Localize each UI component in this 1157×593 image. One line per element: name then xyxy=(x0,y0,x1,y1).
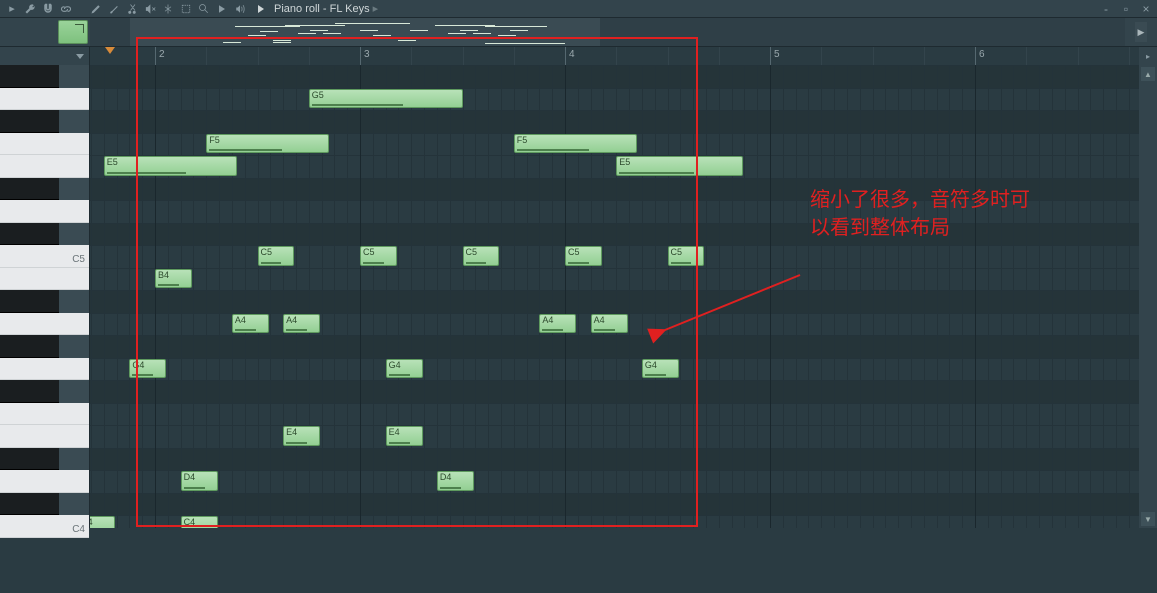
maximize-button[interactable]: ▫ xyxy=(1119,2,1133,16)
vertical-scrollbar[interactable]: ▲ ▼ xyxy=(1139,65,1157,528)
piano-key[interactable] xyxy=(0,448,59,471)
piano-key[interactable] xyxy=(0,178,59,201)
midi-note[interactable]: G5 xyxy=(309,89,463,109)
close-button[interactable]: × xyxy=(1139,2,1153,16)
piano-key[interactable] xyxy=(0,155,89,178)
overview-strip: ▶ xyxy=(0,17,1157,47)
window-title: Piano roll - FL Keys ▸ xyxy=(274,2,378,15)
piano-key[interactable] xyxy=(0,88,89,111)
timeline-ruler[interactable]: 2 3 4 5 6 xyxy=(90,47,1139,65)
midi-note[interactable]: C4 xyxy=(181,516,218,528)
piano-key[interactable] xyxy=(0,358,89,381)
piano-key[interactable] xyxy=(0,200,89,223)
midi-note[interactable]: F5 xyxy=(206,134,329,154)
midi-note[interactable]: C4 xyxy=(90,516,115,528)
midi-note[interactable]: D4 xyxy=(437,471,474,491)
piano-keys[interactable]: C5C4 xyxy=(0,65,90,528)
bar-number: 3 xyxy=(364,49,370,60)
midi-note[interactable]: E5 xyxy=(616,156,743,176)
options-menu-icon[interactable]: ▸ xyxy=(4,2,20,16)
piano-key[interactable] xyxy=(0,380,59,403)
bar-number: 2 xyxy=(159,49,165,60)
piano-key[interactable]: C5 xyxy=(0,245,89,268)
bar-number: 6 xyxy=(979,49,985,60)
slice-icon[interactable] xyxy=(160,2,176,16)
ruler-gutter[interactable] xyxy=(0,47,90,65)
midi-note[interactable]: E4 xyxy=(386,426,423,446)
toolbar: ▸ xyxy=(0,2,252,16)
piano-key[interactable] xyxy=(0,110,59,133)
midi-note[interactable]: E4 xyxy=(283,426,320,446)
bar-number: 4 xyxy=(569,49,575,60)
piano-key[interactable] xyxy=(0,493,59,516)
titlebar: ▸ Piano roll - FL Keys ▸ - ▫ × xyxy=(0,0,1157,17)
separator xyxy=(76,2,86,16)
overview-corner xyxy=(0,18,90,46)
piano-key[interactable] xyxy=(0,425,89,448)
midi-note[interactable]: E5 xyxy=(104,156,237,176)
midi-note[interactable]: G4 xyxy=(386,359,423,379)
speaker-icon[interactable] xyxy=(232,2,248,16)
window-controls: - ▫ × xyxy=(1099,2,1153,16)
midi-note[interactable]: C5 xyxy=(360,246,397,266)
midi-note[interactable]: C5 xyxy=(668,246,705,266)
piano-key[interactable] xyxy=(0,470,89,493)
magnet-icon[interactable] xyxy=(40,2,56,16)
overview-scroll-right[interactable]: ▶ xyxy=(1135,22,1147,42)
scroll-down-button[interactable]: ▼ xyxy=(1141,512,1155,526)
key-label: C5 xyxy=(72,254,85,265)
play-icon[interactable] xyxy=(256,4,266,14)
select-icon[interactable] xyxy=(178,2,194,16)
midi-note[interactable]: C5 xyxy=(463,246,500,266)
midi-note[interactable]: A4 xyxy=(539,314,576,334)
bar-number: 5 xyxy=(774,49,780,60)
midi-note[interactable]: F5 xyxy=(514,134,637,154)
piano-key[interactable] xyxy=(0,313,89,336)
midi-note[interactable]: A4 xyxy=(283,314,320,334)
midi-note[interactable]: C5 xyxy=(565,246,602,266)
piano-key[interactable] xyxy=(0,133,89,156)
midi-note[interactable]: A4 xyxy=(232,314,269,334)
midi-note[interactable]: G4 xyxy=(129,359,166,379)
link-icon[interactable] xyxy=(58,2,74,16)
pencil-icon[interactable] xyxy=(88,2,104,16)
midi-note[interactable]: A4 xyxy=(591,314,628,334)
cut-icon[interactable] xyxy=(124,2,140,16)
channel-button[interactable] xyxy=(58,20,88,44)
ruler-row: 2 3 4 5 6 ▸ xyxy=(0,47,1157,65)
midi-note[interactable]: B4 xyxy=(155,269,192,289)
main-area: C5C4 G5F5F5E5E5C5C5C5C5C5B4A4A4A4A4G4G4G… xyxy=(0,65,1157,528)
piano-key[interactable]: C4 xyxy=(0,515,89,538)
brush-icon[interactable] xyxy=(106,2,122,16)
piano-key[interactable] xyxy=(0,335,59,358)
midi-note[interactable]: D4 xyxy=(181,471,218,491)
minimize-button[interactable]: - xyxy=(1099,2,1113,16)
piano-key[interactable] xyxy=(0,268,89,291)
piano-key[interactable] xyxy=(0,290,59,313)
key-label: C4 xyxy=(72,524,85,535)
wrench-icon[interactable] xyxy=(22,2,38,16)
piano-key[interactable] xyxy=(0,223,59,246)
note-grid[interactable]: G5F5F5E5E5C5C5C5C5C5B4A4A4A4A4G4G4G4E4E4… xyxy=(90,65,1139,528)
zoom-icon[interactable] xyxy=(196,2,212,16)
piano-key[interactable] xyxy=(0,65,59,88)
overview-panel[interactable] xyxy=(90,18,1125,46)
mute-icon[interactable] xyxy=(142,2,158,16)
midi-note[interactable]: G4 xyxy=(642,359,679,379)
scroll-up-button[interactable]: ▲ xyxy=(1141,67,1155,81)
midi-note[interactable]: C5 xyxy=(258,246,295,266)
piano-key[interactable] xyxy=(0,403,89,426)
playback-icon[interactable] xyxy=(214,2,230,16)
ruler-scroll-right[interactable]: ▸ xyxy=(1139,47,1157,65)
